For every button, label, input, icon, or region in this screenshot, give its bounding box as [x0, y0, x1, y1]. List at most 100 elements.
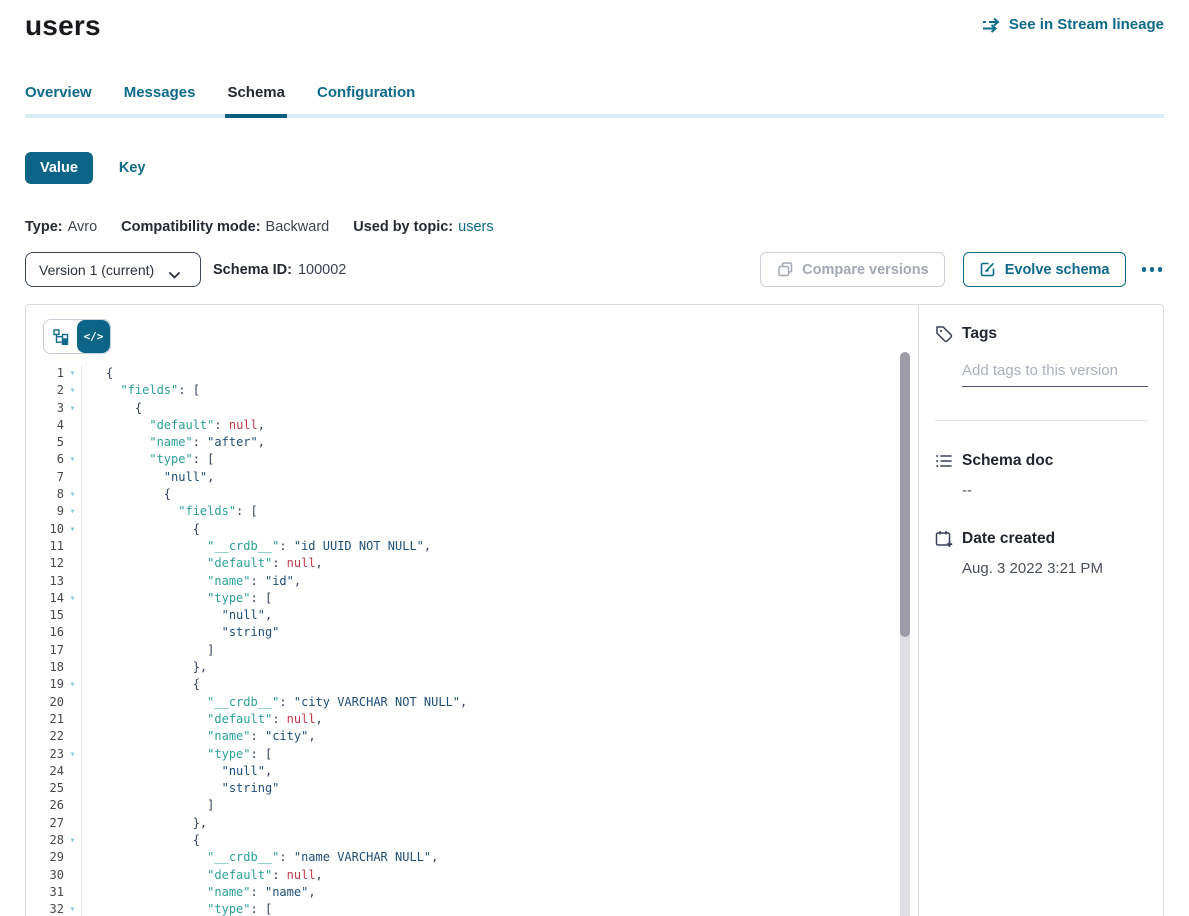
- gutter-row: 5: [26, 434, 81, 451]
- line-number: 15: [26, 607, 64, 624]
- line-number: 3: [26, 400, 64, 417]
- editor-scrollbar-thumb[interactable]: [900, 352, 910, 637]
- fold-toggle-icon[interactable]: ▾: [64, 503, 81, 520]
- used-by-topic-link[interactable]: users: [458, 219, 493, 235]
- gutter-row: 19▾: [26, 676, 81, 693]
- tree-view-button[interactable]: [44, 320, 77, 353]
- fold-spacer: [64, 780, 81, 797]
- editor-scrollbar-track[interactable]: [900, 352, 910, 916]
- see-in-stream-lineage-link[interactable]: See in Stream lineage: [982, 16, 1164, 33]
- schema-doc-heading-label: Schema doc: [962, 452, 1053, 470]
- fold-toggle-icon[interactable]: ▾: [64, 400, 81, 417]
- fold-spacer: [64, 624, 81, 641]
- line-number: 18: [26, 659, 64, 676]
- fold-spacer: [64, 884, 81, 901]
- gutter-row: 29: [26, 849, 81, 866]
- line-number: 8: [26, 486, 64, 503]
- tab-overview[interactable]: Overview: [25, 84, 92, 114]
- code-line: "default": null,: [106, 867, 467, 884]
- fold-toggle-icon[interactable]: ▾: [64, 901, 81, 916]
- schema-metadata: Type: Avro Compatibility mode: Backward …: [25, 219, 1164, 235]
- schema-id: Schema ID: 100002: [213, 262, 346, 278]
- line-number: 6: [26, 451, 64, 468]
- code-view-button[interactable]: </>: [77, 320, 110, 353]
- fold-toggle-icon[interactable]: ▾: [64, 832, 81, 849]
- code-line: "null",: [106, 763, 467, 780]
- gutter-row: 7: [26, 469, 81, 486]
- schema-doc-section: Schema doc --: [935, 452, 1148, 499]
- schema-id-value: 100002: [298, 262, 346, 278]
- evolve-schema-button[interactable]: Evolve schema: [963, 252, 1126, 287]
- gutter-row: 9▾: [26, 503, 81, 520]
- tab-schema[interactable]: Schema: [227, 84, 285, 114]
- code-line: "fields": [: [106, 382, 467, 399]
- stream-lineage-icon: [982, 17, 1002, 33]
- date-created-heading: Date created: [935, 530, 1148, 548]
- more-options-button[interactable]: [1140, 261, 1165, 278]
- code-line: "type": [: [106, 590, 467, 607]
- tab-messages[interactable]: Messages: [124, 84, 196, 114]
- fold-toggle-icon[interactable]: ▾: [64, 590, 81, 607]
- fold-spacer: [64, 815, 81, 832]
- version-select[interactable]: Version 1 (current): [25, 252, 201, 287]
- code-view-icon: </>: [84, 330, 104, 343]
- schema-controls: Version 1 (current) Schema ID: 100002 Co…: [25, 252, 1164, 287]
- fold-toggle-icon[interactable]: ▾: [64, 521, 81, 538]
- date-created-section: Date created Aug. 3 2022 3:21 PM: [935, 530, 1148, 577]
- code-line: "default": null,: [106, 555, 467, 572]
- code-line: ]: [106, 797, 467, 814]
- key-toggle-link[interactable]: Key: [119, 160, 146, 176]
- gutter-row: 13: [26, 573, 81, 590]
- gutter-row: 17: [26, 642, 81, 659]
- gutter-row: 27: [26, 815, 81, 832]
- fold-spacer: [64, 694, 81, 711]
- fold-spacer: [64, 538, 81, 555]
- gutter-row: 28▾: [26, 832, 81, 849]
- code-line: {: [106, 832, 467, 849]
- fold-spacer: [64, 867, 81, 884]
- fold-toggle-icon[interactable]: ▾: [64, 746, 81, 763]
- fold-spacer: [64, 434, 81, 451]
- serde-toggle: Value Key: [25, 152, 1164, 184]
- line-number: 25: [26, 780, 64, 797]
- fold-spacer: [64, 642, 81, 659]
- code-line: "default": null,: [106, 711, 467, 728]
- gutter-row: 2▾: [26, 382, 81, 399]
- fold-toggle-icon[interactable]: ▾: [64, 486, 81, 503]
- gutter-row: 26: [26, 797, 81, 814]
- gutter-row: 20: [26, 694, 81, 711]
- line-number: 20: [26, 694, 64, 711]
- gutter-row: 21: [26, 711, 81, 728]
- code-line: {: [106, 676, 467, 693]
- line-number: 1: [26, 365, 64, 382]
- schema-sidebar: Tags Schema doc --: [918, 305, 1163, 916]
- code-line: "__crdb__": "id UUID NOT NULL",: [106, 538, 467, 555]
- fold-spacer: [64, 417, 81, 434]
- schema-code-editor[interactable]: 1▾2▾3▾456▾78▾9▾10▾11121314▾1516171819▾20…: [26, 365, 918, 916]
- fold-toggle-icon[interactable]: ▾: [64, 382, 81, 399]
- value-toggle-button[interactable]: Value: [25, 152, 93, 184]
- tab-configuration[interactable]: Configuration: [317, 84, 415, 114]
- line-number: 26: [26, 797, 64, 814]
- line-number: 27: [26, 815, 64, 832]
- type-label: Type:: [25, 219, 63, 235]
- fold-toggle-icon[interactable]: ▾: [64, 365, 81, 382]
- type-value: Avro: [68, 219, 98, 235]
- tags-input[interactable]: [962, 362, 1148, 387]
- chevron-down-icon: [169, 266, 187, 273]
- fold-toggle-icon[interactable]: ▾: [64, 451, 81, 468]
- compare-versions-button[interactable]: Compare versions: [760, 252, 945, 287]
- code-line: ]: [106, 642, 467, 659]
- fold-toggle-icon[interactable]: ▾: [64, 676, 81, 693]
- stream-lineage-label: See in Stream lineage: [1009, 16, 1164, 33]
- fold-spacer: [64, 711, 81, 728]
- gutter-row: 15: [26, 607, 81, 624]
- line-number: 32: [26, 901, 64, 916]
- code-line: "__crdb__": "name VARCHAR NULL",: [106, 849, 467, 866]
- fold-spacer: [64, 555, 81, 572]
- line-number: 2: [26, 382, 64, 399]
- gutter-row: 22: [26, 728, 81, 745]
- line-number: 21: [26, 711, 64, 728]
- code-line: "string": [106, 624, 467, 641]
- code-line: "fields": [: [106, 503, 467, 520]
